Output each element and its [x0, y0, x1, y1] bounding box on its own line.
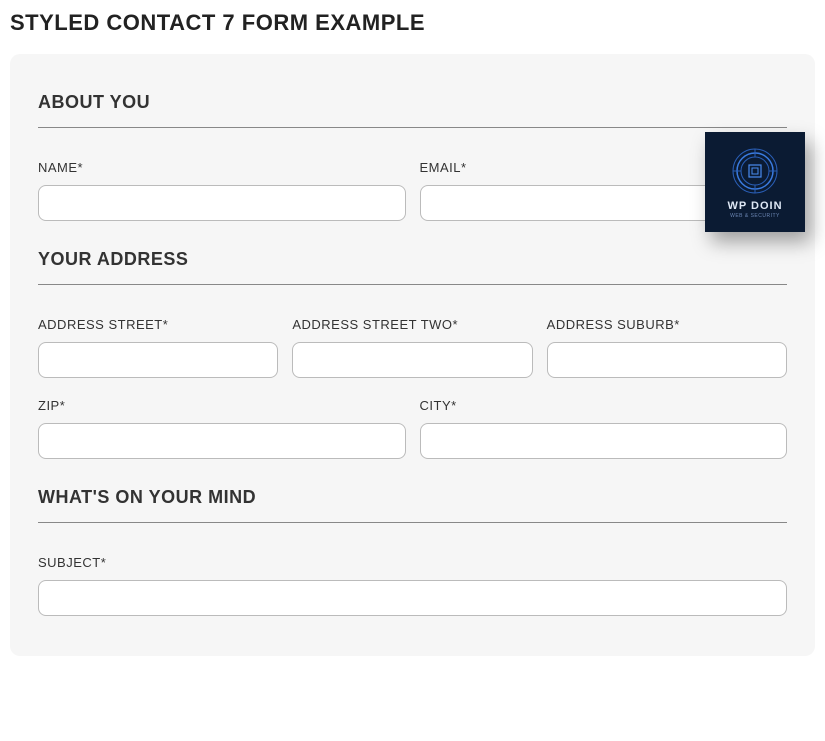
name-label: NAME*: [38, 160, 406, 175]
suburb-input[interactable]: [547, 342, 787, 378]
street-input[interactable]: [38, 342, 278, 378]
row-address-2: ZIP* CITY*: [38, 398, 787, 459]
row-subject: SUBJECT*: [38, 555, 787, 616]
logo-badge: WP DOIN WEB & SECURITY: [705, 132, 805, 232]
form-card: WP DOIN WEB & SECURITY ABOUT YOU NAME* E…: [10, 54, 815, 656]
city-label: CITY*: [420, 398, 788, 413]
street2-input[interactable]: [292, 342, 532, 378]
field-name: NAME*: [38, 160, 406, 221]
name-input[interactable]: [38, 185, 406, 221]
logo-subtext: WEB & SECURITY: [730, 213, 780, 219]
section-heading-address: YOUR ADDRESS: [38, 249, 787, 270]
cpu-circle-icon: [730, 146, 780, 196]
section-heading-about: ABOUT YOU: [38, 92, 787, 113]
row-address-1: ADDRESS STREET* ADDRESS STREET TWO* ADDR…: [38, 317, 787, 378]
section-divider: [38, 522, 787, 523]
subject-label: SUBJECT*: [38, 555, 787, 570]
section-divider: [38, 284, 787, 285]
field-zip: ZIP*: [38, 398, 406, 459]
street-label: ADDRESS STREET*: [38, 317, 278, 332]
row-about: NAME* EMAIL*: [38, 160, 787, 221]
field-suburb: ADDRESS SUBURB*: [547, 317, 787, 378]
subject-input[interactable]: [38, 580, 787, 616]
section-divider: [38, 127, 787, 128]
zip-label: ZIP*: [38, 398, 406, 413]
field-city: CITY*: [420, 398, 788, 459]
zip-input[interactable]: [38, 423, 406, 459]
section-heading-mind: WHAT'S ON YOUR MIND: [38, 487, 787, 508]
field-street2: ADDRESS STREET TWO*: [292, 317, 532, 378]
street2-label: ADDRESS STREET TWO*: [292, 317, 532, 332]
suburb-label: ADDRESS SUBURB*: [547, 317, 787, 332]
city-input[interactable]: [420, 423, 788, 459]
field-subject: SUBJECT*: [38, 555, 787, 616]
field-street: ADDRESS STREET*: [38, 317, 278, 378]
page-title: STYLED CONTACT 7 FORM EXAMPLE: [10, 10, 815, 36]
logo-text: WP DOIN: [727, 200, 782, 212]
